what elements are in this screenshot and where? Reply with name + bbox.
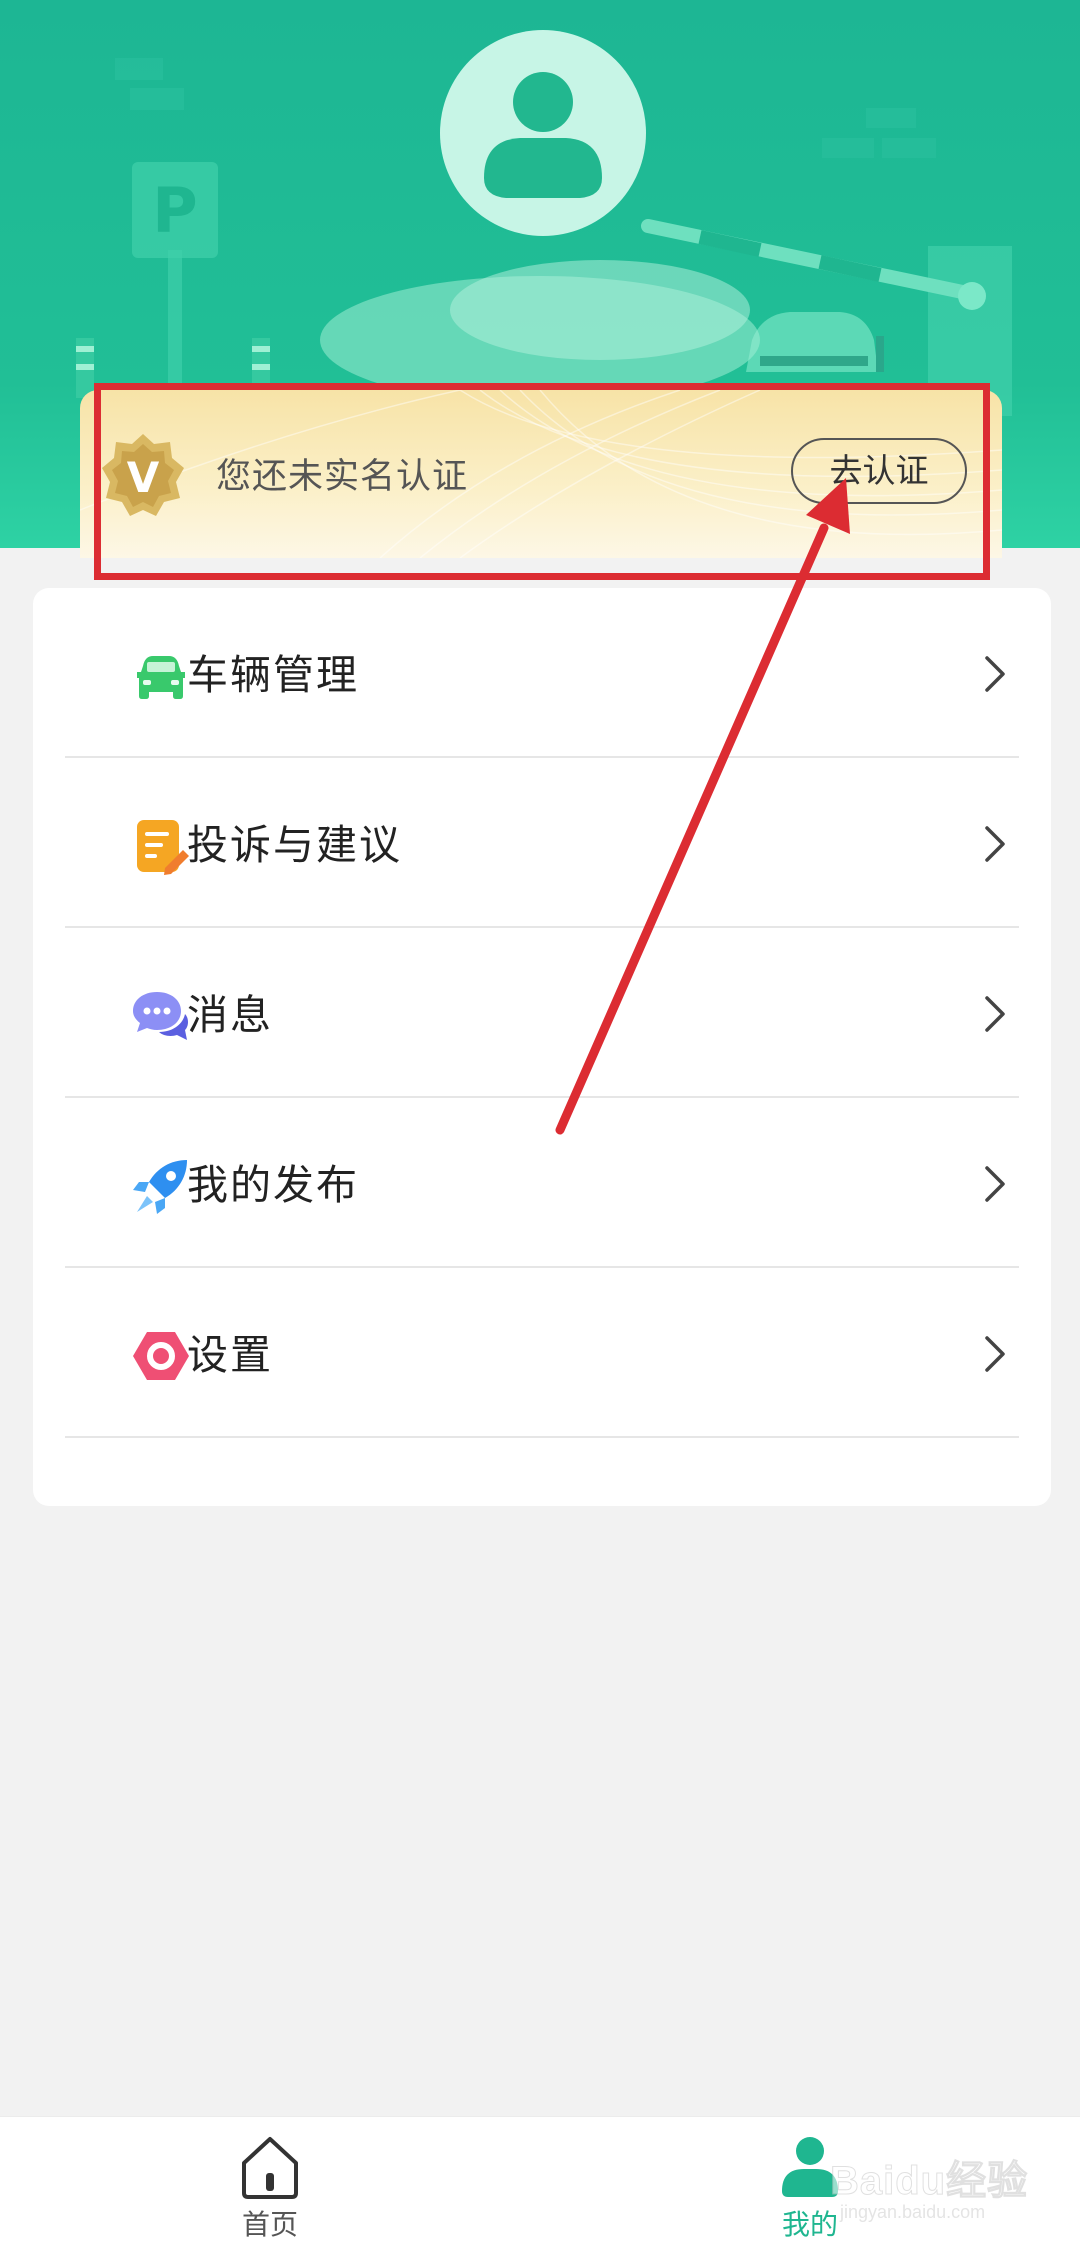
watermark-url: jingyan.baidu.com — [840, 2202, 986, 2222]
annotation-highlight-box — [94, 383, 990, 580]
menu-item-label: 车辆管理 — [187, 651, 359, 699]
watermark-text: Baidu经验 — [829, 2159, 1029, 2204]
tab-label: 首页 — [241, 2208, 298, 2241]
chevron-right-icon — [985, 1336, 1005, 1372]
chevron-right-icon — [985, 1166, 1005, 1202]
rocket-icon — [133, 1160, 187, 1214]
tab-home[interactable]: 首页 — [170, 2117, 370, 2255]
document-edit-icon — [137, 820, 189, 875]
watermark: Baidu经验 jingyan.baidu.com — [829, 2148, 1030, 2223]
menu-item-label: 我的发布 — [187, 1161, 359, 1209]
avatar[interactable] — [440, 30, 646, 236]
menu-item-label: 消息 — [187, 991, 273, 1039]
chevron-right-icon — [985, 656, 1005, 692]
menu-item-my-posts[interactable]: 我的发布 — [65, 1098, 1019, 1268]
parking-sign-letter: P — [152, 174, 197, 247]
chat-bubbles-icon — [133, 992, 188, 1040]
menu-item-messages[interactable]: 消息 — [65, 928, 1019, 1098]
chevron-right-icon — [985, 996, 1005, 1032]
menu-item-label: 投诉与建议 — [187, 821, 402, 869]
menu-card: 车辆管理 投诉与建议 消息 我的发布 设置 — [33, 588, 1051, 1506]
menu-item-settings[interactable]: 设置 — [65, 1268, 1019, 1438]
menu-item-vehicle-management[interactable]: 车辆管理 — [65, 588, 1019, 758]
home-icon — [242, 2137, 298, 2199]
car-icon — [137, 656, 185, 699]
menu-item-feedback[interactable]: 投诉与建议 — [65, 758, 1019, 928]
chevron-right-icon — [985, 826, 1005, 862]
settings-hexagon-icon — [133, 1332, 189, 1380]
menu-item-label: 设置 — [187, 1331, 273, 1379]
user-avatar-icon — [484, 72, 602, 198]
